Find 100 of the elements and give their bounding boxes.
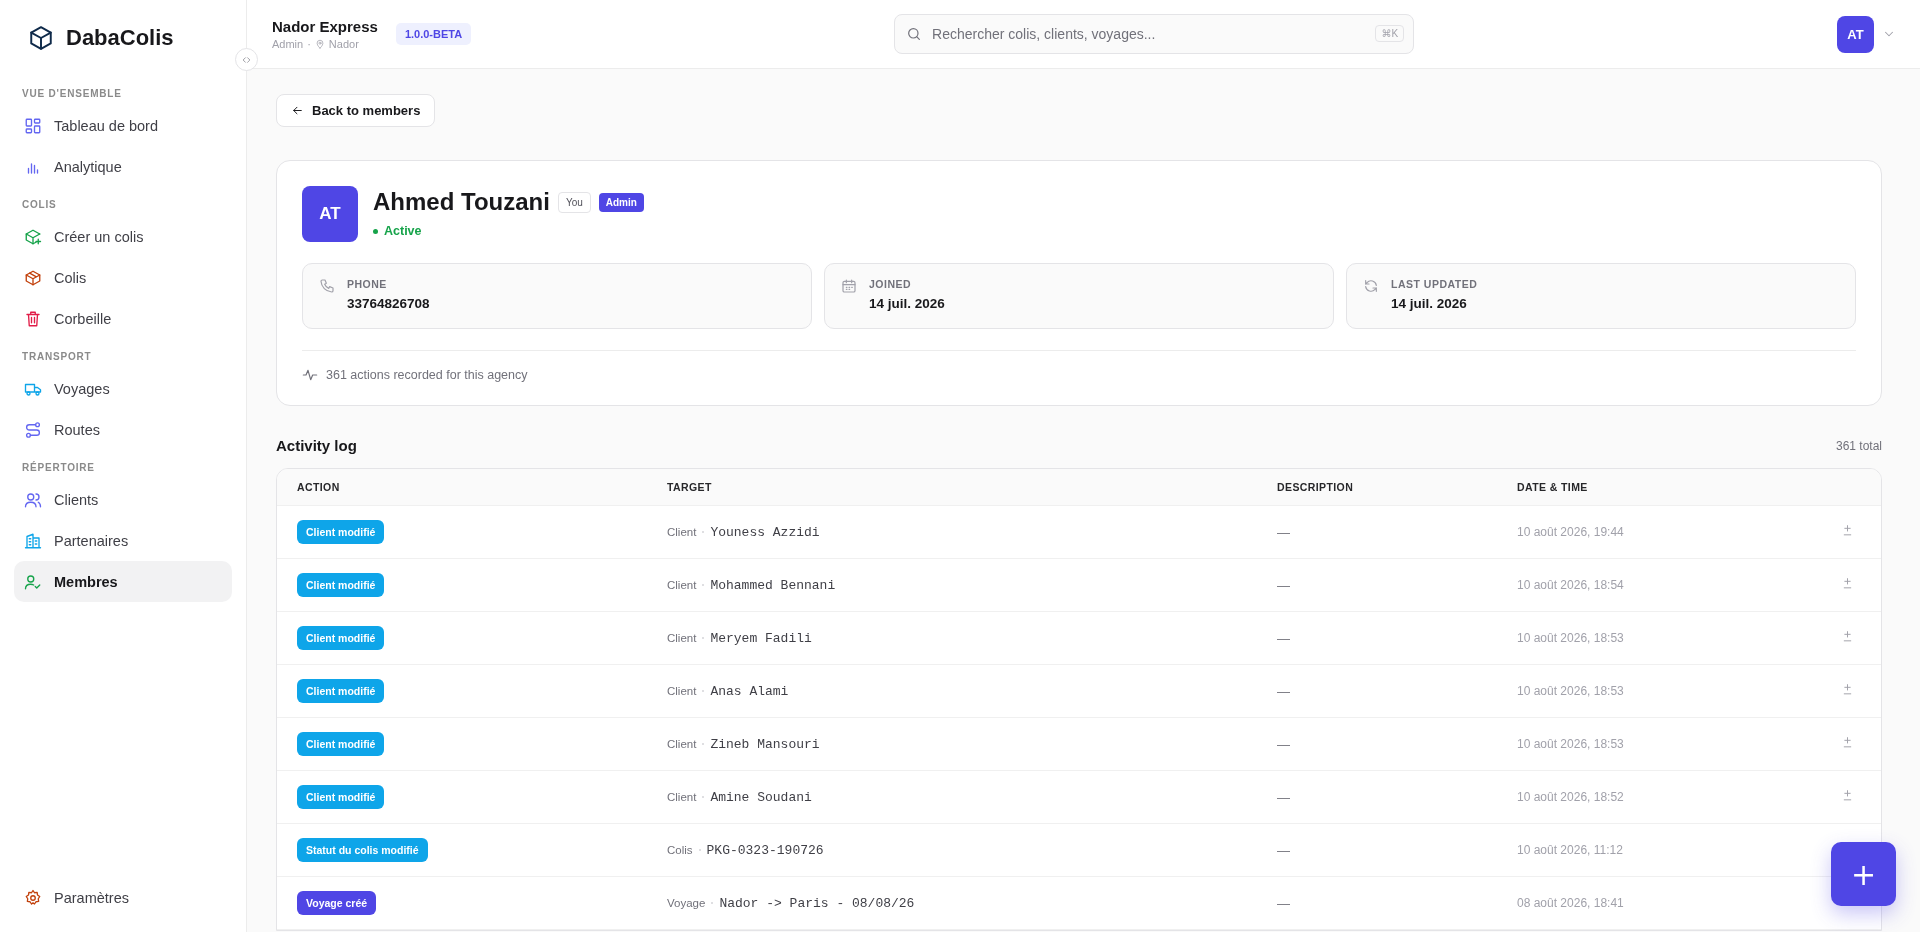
target-type: Client <box>667 791 697 803</box>
arrow-left-icon <box>291 104 304 117</box>
date-cell-text: 10 août 2026, 18:53 <box>1517 631 1625 645</box>
table-cell-text: — <box>1277 842 1291 858</box>
agency-city: Nador <box>328 38 359 50</box>
box-plus-icon <box>24 227 42 246</box>
target-type: Client <box>667 738 697 750</box>
section-label: VUE D'ENSEMBLE <box>21 87 123 101</box>
table-cell-text: — <box>1277 895 1291 911</box>
date-cell-text: 10 août 2026, 18:54 <box>1517 578 1625 592</box>
date-cell-text: 10 août 2026, 18:52 <box>1517 790 1625 804</box>
code-brackets-icon <box>242 54 251 65</box>
target-name: Nador -> Paris - 08/08/26 <box>719 895 915 911</box>
target-name: Mohammed Bennani <box>710 577 836 593</box>
trash-icon <box>24 309 42 328</box>
profile-avatar: AT <box>302 186 358 242</box>
column-header: DESCRIPTION <box>1277 481 1355 493</box>
date-cell-text: 10 août 2026, 18:53 <box>1517 684 1625 698</box>
info-label: PHONE <box>347 278 388 290</box>
box-icon <box>24 268 42 287</box>
target-name: Youness Azzidi <box>710 524 820 540</box>
collapse-toggle[interactable] <box>235 48 258 71</box>
sidebar-item[interactable]: Partenaires <box>14 520 232 561</box>
sidebar-item[interactable]: Routes <box>14 409 232 450</box>
user-avatar[interactable]: AT <box>1837 15 1874 53</box>
sidebar-item[interactable]: Analytique <box>14 146 232 187</box>
sidebar-item[interactable]: Tableau de bord <box>14 105 232 146</box>
target-name: Meryem Fadili <box>710 630 812 646</box>
target-type: Client <box>667 632 697 644</box>
brand-name: DabaColis <box>66 25 174 51</box>
location-pin-icon <box>314 39 325 49</box>
target-type: Client <box>667 685 697 697</box>
section-label: TRANSPORT <box>21 350 93 364</box>
action-tag: Client modifié <box>297 679 385 703</box>
target-name: Zineb Mansouri <box>710 736 820 752</box>
table-cell-text: — <box>1277 736 1291 752</box>
column-header: TARGET <box>667 481 713 493</box>
status-label: Active <box>373 224 644 238</box>
user-check-icon <box>24 572 42 591</box>
grid-icon <box>24 116 42 135</box>
date-cell-text: 10 août 2026, 18:53 <box>1517 737 1625 751</box>
action-tag: Client modifié <box>297 626 385 650</box>
action-tag: Client modifié <box>297 732 385 756</box>
back-button[interactable]: Back to members <box>276 94 436 127</box>
sidebar-item[interactable]: Clients <box>14 479 232 520</box>
member-name: Ahmed Touzani <box>373 188 550 216</box>
sidebar-item[interactable]: Colis <box>14 257 232 298</box>
search-icon <box>906 26 923 42</box>
role-badge: Admin <box>598 192 644 212</box>
calendar-icon <box>841 278 857 294</box>
activity-icon <box>302 367 318 383</box>
add-button[interactable]: + <box>1831 842 1896 906</box>
target-type: Colis <box>667 844 693 856</box>
version-badge: 1.0.0-BETA <box>395 23 472 45</box>
action-tag: Voyage créé <box>297 891 377 915</box>
agency-name: Nador Express <box>272 18 378 35</box>
route-icon <box>24 420 42 439</box>
target-name: Amine Soudani <box>710 789 812 805</box>
shortcut-hint: ⌘K <box>1375 25 1405 42</box>
info-value: 14 juil. 2026 <box>1391 296 1468 311</box>
action-tag: Statut du colis modifié <box>297 838 428 862</box>
phone-icon <box>319 278 335 294</box>
date-cell-text: 10 août 2026, 11:12 <box>1517 843 1624 857</box>
target-type: Client <box>667 579 697 591</box>
info-value: 14 juil. 2026 <box>869 296 945 311</box>
sidebar-item[interactable]: Voyages <box>14 368 232 409</box>
gear-icon <box>24 888 42 907</box>
building-icon <box>24 531 42 550</box>
action-tag: Client modifié <box>297 573 385 597</box>
user-role: Admin <box>272 38 304 50</box>
sidebar-item[interactable]: Membres <box>14 561 232 602</box>
action-tag: Client modifié <box>297 785 385 809</box>
target-type: Voyage <box>667 897 706 909</box>
date-cell-text: 08 août 2026, 18:41 <box>1517 896 1625 910</box>
table-cell-text: — <box>1277 524 1291 540</box>
info-value: 33764826708 <box>347 296 430 311</box>
action-tag: Client modifié <box>297 520 385 544</box>
target-name: PKG-0323-190726 <box>706 842 824 858</box>
you-badge: You <box>557 191 591 213</box>
users-icon <box>24 490 42 509</box>
date-cell-text: 10 août 2026, 19:44 <box>1517 525 1625 539</box>
target-type: Client <box>667 526 697 538</box>
actions-summary: 361 actions recorded for this agency <box>326 368 528 382</box>
column-header: DATE & TIME <box>1517 481 1589 493</box>
target-name: Anas Alami <box>710 683 789 699</box>
cube-logo-icon <box>28 24 54 52</box>
table-cell-text: — <box>1277 630 1291 646</box>
separator-dot: · <box>307 38 311 50</box>
column-header: ACTION <box>297 481 341 493</box>
section-title: Activity log <box>276 437 357 454</box>
sidebar-item[interactable]: Corbeille <box>14 298 232 339</box>
sidebar-item[interactable]: Paramètres <box>14 877 232 918</box>
info-label: JOINED <box>869 278 913 290</box>
sidebar-item[interactable]: Créer un colis <box>14 216 232 257</box>
table-cell-text: — <box>1277 789 1291 805</box>
refresh-icon <box>1363 278 1379 294</box>
section-label: COLIS <box>21 198 58 212</box>
table-cell-text: — <box>1277 683 1291 699</box>
info-label: LAST UPDATED <box>1391 278 1478 290</box>
total-count: 361 total <box>1835 438 1882 453</box>
